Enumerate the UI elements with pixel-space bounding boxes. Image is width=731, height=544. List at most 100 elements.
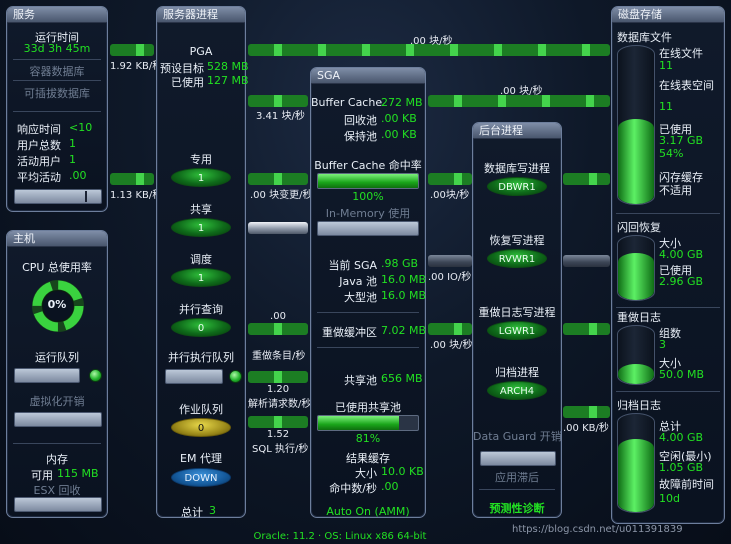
redo-groups-value: 3 (659, 338, 666, 351)
panel-title: 后台进程 (473, 123, 561, 139)
cpu-value: 0% (47, 298, 67, 311)
flow-rate-label: .00 块/秒 (410, 36, 453, 47)
panel-title: 磁盘存储 (612, 7, 724, 23)
active-users-value: 1 (69, 153, 76, 166)
keep-pool-value: .00 KB (381, 128, 417, 141)
flow-pipe (248, 371, 308, 383)
archive-free-value: 1.05 GB (659, 461, 704, 474)
online-space-label: 在线表空间 (659, 79, 714, 92)
container-db-link[interactable]: 容器数据库 (7, 63, 107, 79)
flow-rate-label: SQL 执行/秒 (252, 444, 309, 455)
flow-rate-label: .00 块/秒 (430, 340, 473, 351)
parallel-exec-queue-bar[interactable] (165, 369, 223, 384)
run-queue-bar[interactable] (14, 368, 80, 383)
rvwr-pill[interactable]: RVWR1 (487, 249, 547, 268)
panel-title: 服务器进程 (157, 7, 245, 23)
hit-rate-bar[interactable] (317, 173, 419, 189)
job-queue-label: 作业队列 (179, 403, 223, 416)
inmemory-bar[interactable] (317, 221, 419, 236)
memory-bar[interactable] (14, 497, 102, 512)
lgwr-label: 重做日志写进程 (478, 306, 556, 319)
flow-pipe (248, 222, 308, 234)
dispatcher-count-pill[interactable]: 1 (171, 268, 231, 287)
shared-pool-used-bar[interactable] (317, 415, 419, 431)
flow-rate-label: 3.41 块/秒 (256, 111, 305, 122)
os-info-footer: Oracle: 11.2 · OS: Linux x86 64-bit (253, 531, 427, 542)
shared-label: 共享 (190, 203, 212, 216)
dbwr-label: 数据库写进程 (484, 162, 550, 175)
large-pool-label: 大型池 (344, 291, 377, 304)
parallel-query-pill[interactable]: 0 (171, 318, 231, 337)
flow-pipe (110, 44, 154, 56)
apply-lag-label: 应用滞后 (495, 471, 539, 484)
avg-active-label: 平均活动 (17, 171, 61, 184)
pga-used-value: 127 MB (207, 74, 249, 87)
flow-rate-label: .00 块/秒 (500, 86, 543, 97)
flow-rate-label: .00 KB/秒 (563, 423, 609, 434)
result-size-label: 大小 (355, 467, 377, 480)
avg-active-value: .00 (69, 169, 87, 182)
response-time-label: 响应时间 (17, 123, 61, 136)
pga-target-value: 528 MB (207, 60, 249, 73)
flow-pipe (428, 255, 472, 267)
esx-label: ESX 回收 (33, 484, 81, 497)
keep-pool-label: 保持池 (344, 130, 377, 143)
datafile-used-pct: 54% (659, 147, 684, 160)
active-sessions-bar[interactable] (14, 189, 102, 204)
lgwr-pill[interactable]: LGWR1 (487, 321, 547, 340)
status-led-icon (89, 369, 102, 382)
archive-log-label: 归档日志 (617, 399, 661, 412)
dedicated-count-pill[interactable]: 1 (171, 168, 231, 187)
dedicated-label: 专用 (190, 153, 212, 166)
host-panel: 主机 CPU 总使用率 0% 运行队列 虚拟化开销 内存 可用 115 MB E… (6, 230, 108, 518)
job-queue-pill[interactable]: 0 (171, 418, 231, 437)
available-label: 可用 (31, 469, 53, 482)
dataguard-bar[interactable] (480, 451, 556, 466)
flow-pipe (248, 173, 308, 185)
arch-label: 归档进程 (495, 366, 539, 379)
datafile-label: 数据库文件 (617, 31, 672, 44)
arch-pill[interactable]: ARCH4 (487, 381, 547, 400)
service-panel: 服务 运行时间 33d 3h 45m 容器数据库 可插拔数据库 响应时间 <10… (6, 6, 108, 212)
recycle-pool-label: 回收池 (344, 114, 377, 127)
redo-size-value: 50.0 MB (659, 368, 705, 381)
parallel-exec-queue-label: 并行执行队列 (168, 351, 234, 364)
user-count-label: 用户总数 (17, 139, 61, 152)
shared-pool-used-value: 81% (355, 432, 381, 445)
memory-label: 内存 (46, 453, 68, 466)
recycle-pool-value: .00 KB (381, 112, 417, 125)
pluggable-db-link[interactable]: 可插拔数据库 (7, 85, 107, 101)
run-queue-label: 运行队列 (35, 351, 79, 364)
archive-time-value: 10d (659, 492, 680, 505)
parallel-query-label: 并行查询 (179, 303, 223, 316)
online-space-value: 11 (659, 100, 673, 113)
flow-rate-label: 重做条目/秒 (252, 351, 306, 362)
active-users-label: 活动用户 (17, 155, 61, 168)
datafile-cylinder (617, 45, 655, 205)
buffer-cache-value: 272 MB (381, 96, 423, 109)
shared-pool-label: 共享池 (344, 374, 377, 387)
hit-rate-value: 100% (352, 190, 384, 203)
predictive-diagnostics-link[interactable]: 预测性诊断 (473, 500, 561, 516)
virtualization-label: 虚拟化开销 (29, 395, 85, 408)
result-cache-label: 结果缓存 (346, 452, 390, 465)
flashback-size-value: 4.00 GB (659, 248, 704, 261)
dbwr-pill[interactable]: DBWR1 (487, 177, 547, 196)
flow-rate-label: .00 块变更/秒 (250, 190, 313, 201)
virtualization-bar[interactable] (14, 412, 102, 427)
flow-rate-label: .00块/秒 (430, 190, 470, 201)
flow-rate-value: 1.52 (266, 429, 290, 440)
uptime-value: 33d 3h 45m (23, 42, 91, 55)
buffer-cache-label: Buffer Cache (311, 96, 383, 109)
background-processes-panel: 后台进程 数据库写进程 DBWR1 恢复写进程 RVWR1 重做日志写进程 LG… (472, 122, 562, 518)
em-agent-status-pill[interactable]: DOWN (171, 468, 231, 487)
shared-pool-used-label: 已使用共享池 (335, 401, 401, 414)
user-count-value: 1 (69, 137, 76, 150)
result-size-value: 10.0 KB (381, 465, 424, 478)
dispatcher-label: 调度 (190, 253, 212, 266)
archive-time-label: 故障前时间 (659, 478, 714, 491)
shared-count-pill[interactable]: 1 (171, 218, 231, 237)
redo-log-label: 重做日志 (617, 311, 661, 324)
sga-panel: SGA Buffer Cache 272 MB 回收池 .00 KB 保持池 .… (310, 67, 426, 518)
current-sga-label: 当前 SGA (328, 259, 377, 272)
